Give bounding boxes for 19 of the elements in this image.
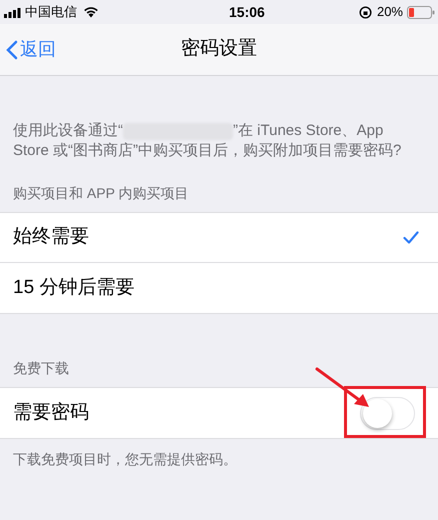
toggle-switch[interactable] — [360, 396, 415, 430]
option-label: 需要密码 — [13, 400, 90, 425]
option-label: 始终需要 — [13, 225, 90, 250]
signal-icon — [3, 6, 23, 18]
annotation-arrow — [314, 366, 372, 410]
wifi-icon — [83, 6, 99, 18]
battery-percent: 20% — [376, 3, 403, 22]
option-label: 15 分钟后需要 — [13, 276, 136, 300]
back-chevron-icon — [6, 40, 18, 60]
description-text: 使用此设备通过“ ”在 iTunes Store、App Store 或“图书商店”中购买项目后，购买附加项目需要密码? — [12, 121, 402, 161]
section-header: 购买项目和 APP 内购买项目 — [12, 184, 190, 203]
rotation-lock-icon — [358, 6, 372, 18]
carrier-label: 中国电信 — [25, 3, 77, 22]
section-footer: 下载免费项目时，您无需提供密码。 — [0, 439, 438, 470]
battery-icon — [407, 6, 435, 18]
page-title: 密码设置 — [181, 37, 257, 62]
section-header: 免费下载 — [12, 359, 70, 378]
back-button[interactable]: 返回 — [6, 36, 56, 63]
clock-time: 15:06 — [229, 2, 265, 22]
